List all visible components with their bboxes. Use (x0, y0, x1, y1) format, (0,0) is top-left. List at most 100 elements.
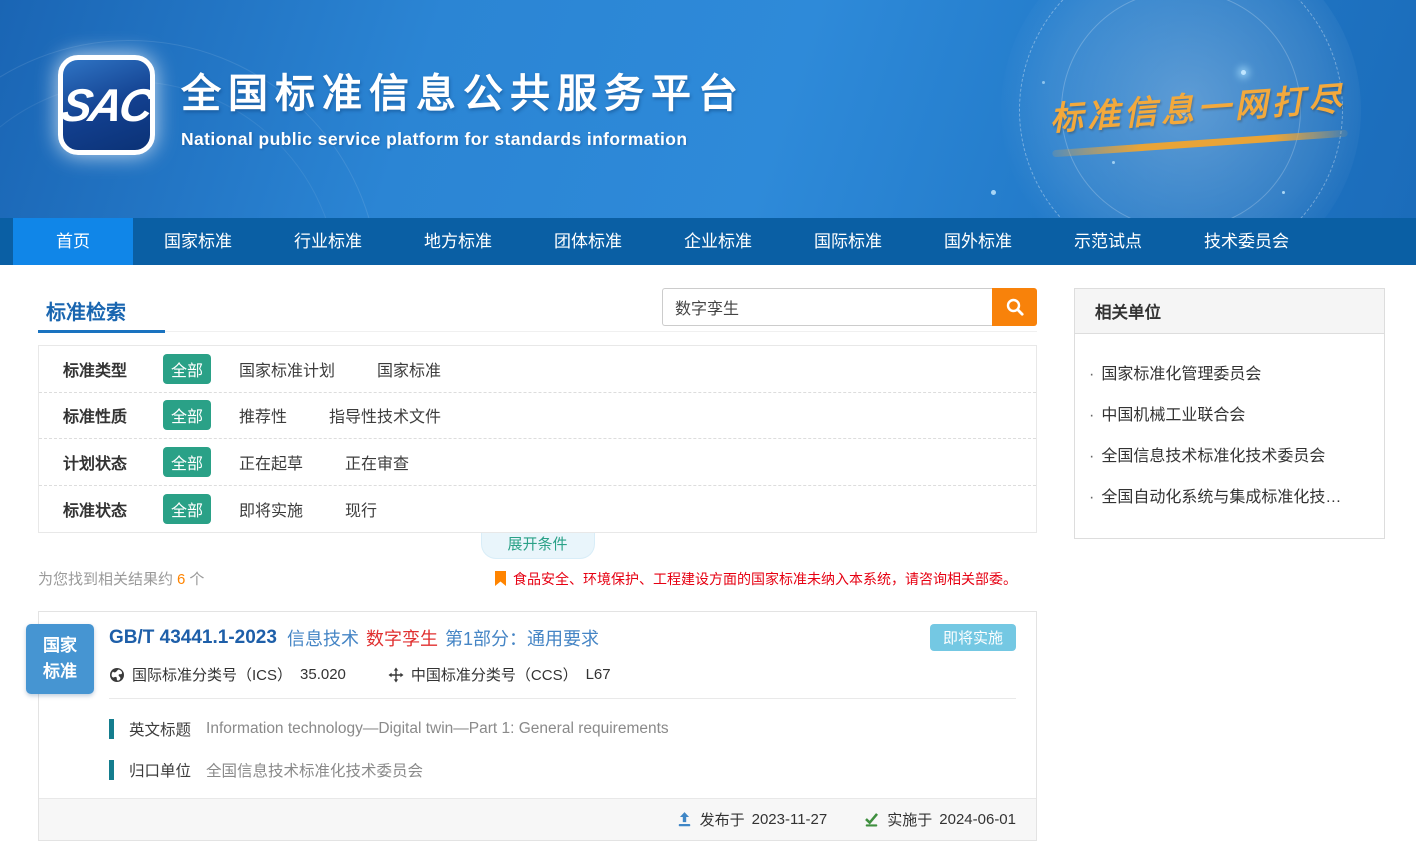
english-title-value: Information technology—Digital twin—Part… (206, 720, 669, 738)
bookmark-icon (495, 571, 506, 586)
standard-title-highlight[interactable]: 数字孪生 (366, 625, 438, 651)
related-unit-item[interactable]: · 中国机械工业联合会 (1089, 401, 1364, 425)
page-title: 标准检索 (38, 288, 126, 325)
result-count-number: 6 (177, 571, 185, 588)
nav-item-technical-committee[interactable]: 技术委员会 (1173, 218, 1320, 265)
nav-item-industry-standards[interactable]: 行业标准 (263, 218, 393, 265)
nav-item-foreign-standards[interactable]: 国外标准 (913, 218, 1043, 265)
ccs-label: 中国标准分类号（CCS） (411, 664, 578, 685)
section-head: 标准检索 (38, 288, 1037, 332)
filter-option[interactable]: 现行 (345, 497, 377, 521)
result-count-prefix: 为您找到相关结果约 (38, 571, 173, 588)
filter-option[interactable]: 推荐性 (239, 403, 287, 427)
system-notice: 食品安全、环境保护、工程建设方面的国家标准未纳入本系统，请咨询相关部委。 (495, 569, 1017, 589)
filter-all-badge[interactable]: 全部 (163, 447, 211, 477)
info-bar (109, 760, 114, 780)
related-unit-label: 全国自动化系统与集成标准化技… (1101, 489, 1341, 506)
nav-item-group-standards[interactable]: 团体标准 (523, 218, 653, 265)
expand-conditions-button[interactable]: 展开条件 (481, 533, 595, 559)
card-title-row: GB/T 43441.1-2023 信息技术 数字孪生 第1部分：通用要求 即将… (109, 624, 1016, 651)
result-count-suffix: 个 (189, 571, 204, 588)
related-unit-label: 全国信息技术标准化技术委员会 (1101, 448, 1325, 465)
standard-title-part2[interactable]: 第1部分：通用要求 (445, 625, 599, 651)
filter-option[interactable]: 即将实施 (239, 497, 303, 521)
ccs-group: 中国标准分类号（CCS） L67 (388, 664, 611, 685)
implement-date-group: 实施于 2024-06-01 (863, 809, 1016, 830)
related-unit-label: 中国机械工业联合会 (1101, 407, 1245, 424)
related-unit-item[interactable]: · 全国信息技术标准化技术委员会 (1089, 442, 1364, 466)
main-nav: 首页 国家标准 行业标准 地方标准 团体标准 企业标准 国际标准 国外标准 示范… (0, 218, 1416, 265)
filter-option[interactable]: 指导性技术文件 (329, 403, 441, 427)
filter-all-badge[interactable]: 全部 (163, 400, 211, 430)
search-input[interactable] (662, 288, 992, 326)
department-row: 归口单位 全国信息技术标准化技术委员会 (109, 759, 1016, 781)
sparkle-dots (1241, 70, 1246, 75)
bullet: · (1089, 407, 1094, 424)
status-badge: 即将实施 (930, 624, 1016, 651)
magnifier-icon (1005, 297, 1025, 317)
card-main: GB/T 43441.1-2023 信息技术 数字孪生 第1部分：通用要求 即将… (39, 612, 1036, 781)
nav-item-international-standards[interactable]: 国际标准 (783, 218, 913, 265)
brand: SAC 全国标准信息公共服务平台 National public service… (58, 55, 745, 155)
main-column: 标准检索 标准类型 全部 国家标准计划 国家标准 (38, 288, 1037, 841)
implement-date: 2024-06-01 (939, 811, 1016, 828)
nav-item-home[interactable]: 首页 (13, 218, 133, 265)
standard-type-tag: 国家 标准 (26, 624, 94, 694)
bullet: · (1089, 366, 1094, 383)
department-value: 全国信息技术标准化技术委员会 (206, 759, 423, 781)
filter-all-badge[interactable]: 全部 (163, 494, 211, 524)
nav-item-pilot[interactable]: 示范试点 (1043, 218, 1173, 265)
filter-row-standard-type: 标准类型 全部 国家标准计划 国家标准 (39, 346, 1036, 393)
filter-row-standard-nature: 标准性质 全部 推荐性 指导性技术文件 (39, 393, 1036, 440)
site-header: SAC 全国标准信息公共服务平台 National public service… (0, 0, 1416, 218)
related-units-list: · 国家标准化管理委员会 · 中国机械工业联合会 · 全国信息技术标准化技术委员会 ·… (1075, 334, 1384, 538)
result-count: 为您找到相关结果约6个 (38, 568, 204, 589)
result-card: 国家 标准 GB/T 43441.1-2023 信息技术 数字孪生 第1部分：通… (38, 611, 1037, 841)
filter-option[interactable]: 正在审查 (345, 450, 409, 474)
search-box (662, 288, 1037, 326)
move-arrows-icon (388, 667, 404, 683)
sac-logo: SAC (58, 55, 155, 155)
filter-row-standard-status: 标准状态 全部 即将实施 现行 (39, 486, 1036, 533)
filter-option[interactable]: 国家标准计划 (239, 357, 335, 381)
search-button[interactable] (992, 288, 1037, 326)
related-unit-item[interactable]: ·全国自动化系统与集成标准化技… (1089, 483, 1364, 507)
filter-label: 标准状态 (63, 497, 163, 521)
bullet: · (1089, 448, 1094, 465)
publish-icon (676, 811, 693, 828)
ccs-value: L67 (586, 666, 611, 683)
brand-titles: 全国标准信息公共服务平台 National public service pla… (181, 61, 745, 150)
nav-item-national-standards[interactable]: 国家标准 (133, 218, 263, 265)
related-unit-item[interactable]: · 国家标准化管理委员会 (1089, 360, 1364, 384)
sidebar: 相关单位 · 国家标准化管理委员会 · 中国机械工业联合会 · 全国信息技术标准化技术… (1074, 288, 1385, 841)
result-meta: 为您找到相关结果约6个 食品安全、环境保护、工程建设方面的国家标准未纳入本系统，… (38, 568, 1037, 589)
filter-option[interactable]: 正在起草 (239, 450, 303, 474)
filter-option[interactable]: 国家标准 (377, 357, 441, 381)
english-title-label: 英文标题 (129, 718, 191, 740)
filter-label: 标准类型 (63, 357, 163, 381)
type-tag-line1: 国家 (43, 633, 77, 659)
filter-all-badge[interactable]: 全部 (163, 354, 211, 384)
filter-label: 计划状态 (63, 450, 163, 474)
related-units-title: 相关单位 (1075, 289, 1384, 334)
implement-label: 实施于 (887, 809, 932, 830)
related-units-panel: 相关单位 · 国家标准化管理委员会 · 中国机械工业联合会 · 全国信息技术标准化技术… (1074, 288, 1385, 539)
english-title-row: 英文标题 Information technology—Digital twin… (109, 718, 1016, 740)
department-label: 归口单位 (129, 759, 191, 781)
notice-text: 食品安全、环境保护、工程建设方面的国家标准未纳入本系统，请咨询相关部委。 (513, 569, 1017, 589)
site-subtitle: National public service platform for sta… (181, 129, 745, 150)
globe-icon (109, 667, 125, 683)
publish-date: 2023-11-27 (752, 811, 828, 828)
card-footer: 发布于 2023-11-27 实施于 2024-06-01 (39, 798, 1036, 840)
info-bar (109, 719, 114, 739)
standard-title-part1[interactable]: 信息技术 (287, 625, 359, 651)
sac-logo-text: SAC (58, 78, 156, 132)
nav-item-local-standards[interactable]: 地方标准 (393, 218, 523, 265)
type-tag-line2: 标准 (43, 659, 77, 685)
implement-check-icon (863, 811, 880, 828)
classification-row: 国际标准分类号（ICS） 35.020 中国标准分类号（CCS） L67 (109, 664, 1016, 685)
ics-label: 国际标准分类号（ICS） (132, 664, 292, 685)
standard-code-link[interactable]: GB/T 43441.1-2023 (109, 627, 277, 649)
nav-item-enterprise-standards[interactable]: 企业标准 (653, 218, 783, 265)
related-unit-label: 国家标准化管理委员会 (1101, 366, 1261, 383)
